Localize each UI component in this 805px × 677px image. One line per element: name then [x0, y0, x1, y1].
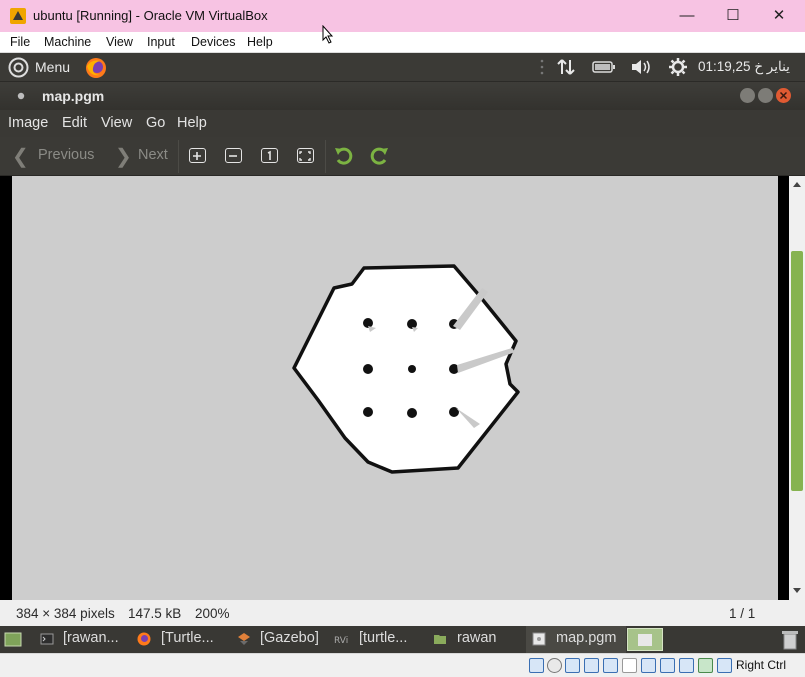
usb-icon[interactable]: [603, 658, 618, 673]
viewer-menu-image[interactable]: Image: [8, 115, 48, 131]
panel-clock[interactable]: 01:19,25 يناير خ: [698, 59, 790, 75]
next-chevron-icon: ❯: [115, 146, 132, 168]
scroll-up-arrow-icon[interactable]: [792, 180, 802, 188]
image-dimensions: 384 × 384 pixels: [16, 606, 115, 621]
image-canvas[interactable]: [12, 176, 778, 600]
rviz-icon: RViz: [334, 636, 348, 646]
taskbar-item-terminal[interactable]: [rawan...: [63, 630, 119, 646]
viewer-toolbar: ❮ Previous ❯ Next: [0, 137, 805, 176]
menu-input[interactable]: Input: [147, 35, 175, 49]
taskbar-item-gazebo[interactable]: [Gazebo]: [260, 630, 319, 646]
workspace-window-icon: [638, 634, 652, 646]
battery-icon[interactable]: [592, 61, 616, 73]
toolbar-separator: [178, 140, 179, 173]
map-image: [292, 264, 520, 474]
previous-button[interactable]: Previous: [38, 147, 94, 163]
scroll-down-arrow-icon[interactable]: [792, 587, 802, 595]
viewer-maximize-button[interactable]: [758, 88, 773, 103]
guest-taskbar: [rawan... [Turtle... [Gazebo] RViz [turt…: [0, 626, 805, 653]
keyboard-capture-icon[interactable]: [717, 658, 732, 673]
close-icon: [779, 91, 788, 100]
volume-icon[interactable]: [630, 58, 652, 76]
firefox-icon: [137, 632, 151, 646]
workspace-switcher[interactable]: [627, 628, 663, 651]
zoom-level: 200%: [195, 606, 230, 621]
network-adapter-icon[interactable]: [584, 658, 599, 673]
menu-view[interactable]: View: [106, 35, 133, 49]
ubuntu-logo-icon[interactable]: [8, 57, 29, 78]
menu-machine[interactable]: Machine: [44, 35, 91, 49]
taskbar-item-rviz[interactable]: [turtle...: [359, 630, 407, 646]
guest-additions-icon[interactable]: [698, 658, 713, 673]
scrollbar-thumb[interactable]: [791, 251, 803, 491]
show-desktop-icon[interactable]: [4, 632, 22, 647]
toolbar-separator: [325, 140, 326, 173]
folder-icon: [434, 635, 446, 644]
guest-top-panel: Menu 01:19,25 يناير خ: [0, 53, 805, 82]
maximize-button[interactable]: ☐: [710, 0, 756, 32]
rotate-left-icon[interactable]: [333, 145, 355, 167]
viewer-menu-edit[interactable]: Edit: [62, 115, 87, 131]
virtualbox-icon: [10, 8, 26, 24]
menu-file[interactable]: File: [10, 35, 30, 49]
image-position: 1 / 1: [729, 606, 756, 621]
hard-disk-icon[interactable]: [529, 658, 544, 673]
host-window-title: ubuntu [Running] - Oracle VM VirtualBox: [33, 8, 268, 23]
host-title-bar: ubuntu [Running] - Oracle VM VirtualBox …: [0, 0, 805, 32]
trash-icon[interactable]: [780, 629, 800, 651]
window-menu-dot-icon[interactable]: [17, 92, 25, 100]
zoom-in-icon[interactable]: [189, 148, 206, 163]
svg-text:RViz: RViz: [334, 636, 348, 646]
image-file-size: 147.5 kB: [128, 606, 182, 621]
zoom-fit-icon[interactable]: [297, 148, 314, 163]
viewer-title-bar: map.pgm: [0, 82, 805, 110]
taskbar-item-files[interactable]: rawan: [457, 630, 497, 646]
vertical-scrollbar[interactable]: [789, 176, 805, 600]
zoom-normal-icon[interactable]: [261, 148, 278, 163]
next-button[interactable]: Next: [138, 147, 168, 163]
image-viewer-icon: [532, 632, 546, 646]
gazebo-icon: [238, 633, 250, 645]
close-button[interactable]: ✕: [756, 0, 802, 32]
menu-help[interactable]: Help: [247, 35, 273, 49]
viewer-minimize-button[interactable]: [740, 88, 755, 103]
firefox-icon[interactable]: [84, 56, 108, 80]
viewer-menu-help[interactable]: Help: [177, 115, 207, 131]
virtualbox-status-bar: Right Ctrl: [0, 653, 805, 677]
panel-drag-handle-icon: [540, 59, 544, 75]
viewer-status-bar: 384 × 384 pixels 147.5 kB 200% 1 / 1: [0, 600, 805, 626]
previous-chevron-icon: ❮: [12, 146, 29, 168]
video-capture-icon[interactable]: [660, 658, 675, 673]
mouse-cursor-icon: [322, 25, 334, 44]
host-menu-bar: File Machine View Input Devices Help: [0, 32, 805, 53]
optical-drive-icon[interactable]: [547, 658, 562, 673]
network-icon[interactable]: [556, 58, 576, 76]
minimize-button[interactable]: —: [664, 0, 710, 32]
terminal-icon: [40, 633, 54, 645]
audio-icon[interactable]: [565, 658, 580, 673]
viewer-close-button[interactable]: [776, 88, 791, 103]
viewer-menu-view[interactable]: View: [101, 115, 132, 131]
viewer-menu-go[interactable]: Go: [146, 115, 165, 131]
display-icon[interactable]: [641, 658, 656, 673]
settings-gear-icon[interactable]: [668, 57, 688, 77]
rotate-right-icon[interactable]: [368, 145, 390, 167]
taskbar-item-map[interactable]: map.pgm: [556, 630, 616, 646]
viewer-window-title: map.pgm: [42, 88, 105, 104]
taskbar-item-firefox[interactable]: [Turtle...: [161, 630, 214, 646]
image-canvas-frame: [0, 176, 805, 600]
host-key-label: Right Ctrl: [736, 658, 787, 672]
guest-menu-label[interactable]: Menu: [35, 59, 70, 75]
shared-folders-icon[interactable]: [622, 658, 637, 673]
viewer-menu-bar: Image Edit View Go Help: [0, 110, 805, 137]
virtualization-icon[interactable]: [679, 658, 694, 673]
menu-devices[interactable]: Devices: [191, 35, 235, 49]
zoom-out-icon[interactable]: [225, 148, 242, 163]
